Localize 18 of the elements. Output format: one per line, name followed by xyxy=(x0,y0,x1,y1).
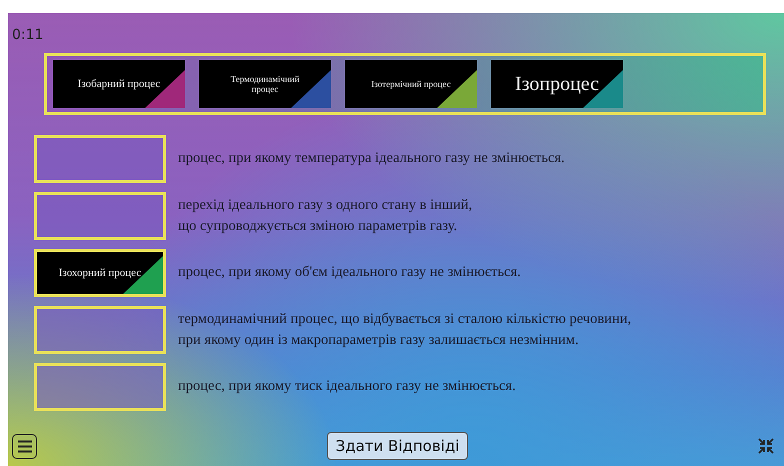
menu-button[interactable] xyxy=(12,434,37,458)
answer-card[interactable]: Ізопроцес xyxy=(491,60,623,108)
timer: 0:11 xyxy=(12,27,44,45)
drop-slot[interactable] xyxy=(34,192,166,240)
drop-slot[interactable] xyxy=(34,363,166,411)
collapse-icon[interactable] xyxy=(758,438,774,454)
definition-text: процес, при якому тиск ідеального газу не змінюється. xyxy=(178,377,516,396)
drop-slot[interactable] xyxy=(34,306,166,354)
answer-card[interactable]: Ізотермічний процес xyxy=(345,60,477,108)
submit-button[interactable]: Здати Відповіді xyxy=(326,432,468,460)
definition-text: процес, при якому температура ідеального газу не змінюється. xyxy=(178,149,565,168)
definition-text: процес, при якому об'єм ідеального газу не змінюється. xyxy=(178,263,521,282)
drop-slot[interactable] xyxy=(34,135,166,183)
definition-text: перехід ідеального газу з одного стану в інший, що супроводжується зміною параметрів газу. xyxy=(178,196,472,236)
answer-card[interactable]: Ізобарний процес xyxy=(53,60,185,108)
menu-icon xyxy=(18,440,32,452)
definition-text: термодинамічний процес, що відбувається зі сталою кількістю речовини, при якому один із макропараметрів газу залишається незмінним. xyxy=(178,310,632,350)
answer-card[interactable]: Термодинамічний процес xyxy=(199,60,331,108)
